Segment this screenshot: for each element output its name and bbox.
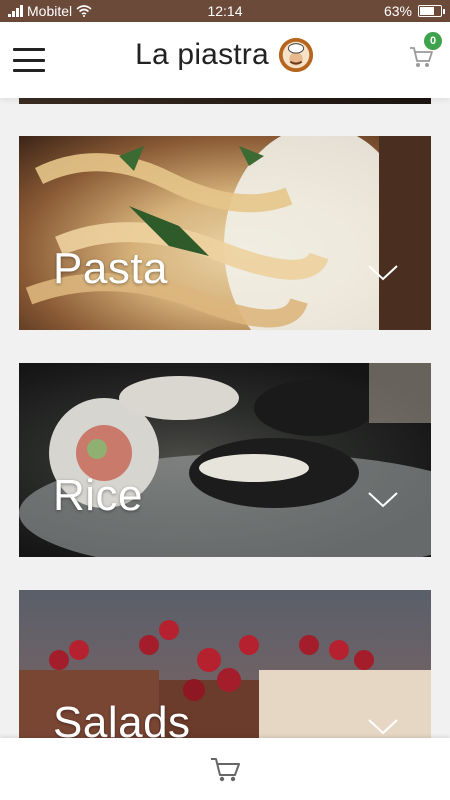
- category-label: Pasta: [53, 244, 169, 293]
- bottom-bar: [0, 738, 450, 800]
- wifi-icon: [76, 5, 92, 17]
- status-bar: Mobitel 12:14 63%: [0, 0, 450, 22]
- sushi-photo: [19, 363, 431, 557]
- previous-card-edge: [19, 98, 431, 104]
- chevron-down-icon[interactable]: [367, 718, 399, 736]
- header-cart-button[interactable]: 0: [408, 32, 442, 70]
- category-card-pasta[interactable]: Pasta: [19, 136, 431, 330]
- category-label: Salads: [53, 698, 191, 738]
- category-card-salads[interactable]: Salads: [19, 590, 431, 738]
- battery-icon: [418, 5, 445, 17]
- category-label: Rice: [53, 471, 144, 520]
- signal-icon: [8, 5, 23, 17]
- carrier-name: Mobitel: [27, 3, 73, 19]
- app-header: La piastra 0: [0, 22, 450, 98]
- pasta-photo: [25, 136, 431, 330]
- battery-percent: 63%: [383, 3, 412, 19]
- brand: La piastra: [0, 36, 450, 74]
- chevron-down-icon[interactable]: [367, 264, 399, 282]
- category-list[interactable]: Pasta Rice Salads: [0, 98, 450, 738]
- app-title: La piastra: [135, 38, 269, 71]
- category-card-rice[interactable]: Rice: [19, 363, 431, 557]
- chevron-down-icon[interactable]: [367, 491, 399, 509]
- cart-icon[interactable]: [209, 755, 241, 783]
- cart-count-badge: 0: [424, 32, 442, 50]
- chef-logo-icon: [278, 37, 313, 73]
